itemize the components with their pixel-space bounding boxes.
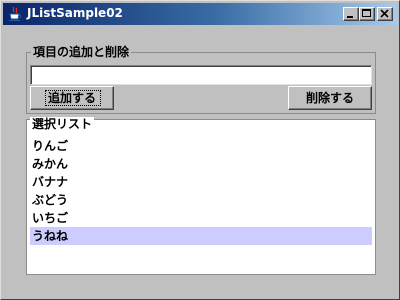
item-text-field[interactable] <box>30 65 372 85</box>
app-window: JListSample02 項目の追加と削除 追加する 削除する 選択リスト り… <box>0 0 400 300</box>
minimize-button[interactable] <box>343 7 359 21</box>
list-group-label: 選択リスト <box>30 117 95 131</box>
item-list[interactable]: りんご みかん バナナ ぶどう いちご うねね <box>30 137 372 271</box>
java-cup-icon <box>7 6 23 22</box>
title-bar[interactable]: JListSample02 <box>3 3 397 25</box>
list-item[interactable]: ぶどう <box>30 191 372 209</box>
focus-indicator <box>45 90 101 106</box>
add-button[interactable]: 追加する <box>30 86 114 110</box>
minimize-icon <box>347 16 353 18</box>
maximize-icon <box>362 9 371 17</box>
delete-button[interactable]: 削除する <box>288 86 372 110</box>
list-item[interactable]: いちご <box>30 209 372 227</box>
close-button[interactable] <box>377 7 393 21</box>
list-item[interactable]: みかん <box>30 155 372 173</box>
window-title: JListSample02 <box>27 6 123 20</box>
list-item[interactable]: うねね <box>30 227 372 245</box>
close-icon <box>380 9 389 18</box>
maximize-button[interactable] <box>359 7 375 21</box>
list-item[interactable]: バナナ <box>30 173 372 191</box>
delete-button-label: 削除する <box>305 90 354 105</box>
list-item[interactable]: りんご <box>30 137 372 155</box>
edit-group-label: 項目の追加と削除 <box>31 45 132 59</box>
